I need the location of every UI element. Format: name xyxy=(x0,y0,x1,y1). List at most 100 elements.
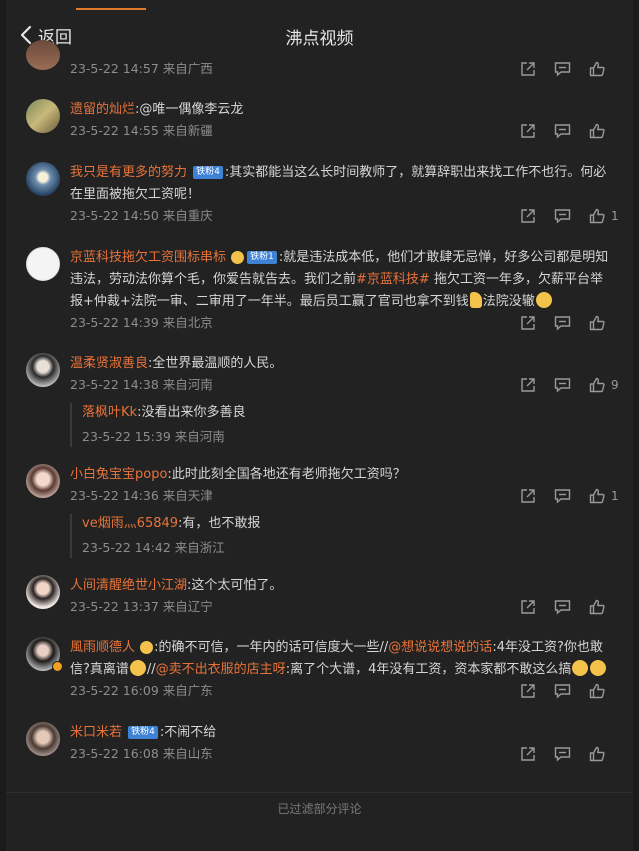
comment-content: :的确不可信，一年内的话可信度大一些// xyxy=(154,640,389,655)
comment-meta: 23-5-22 16:08 来自山东 xyxy=(70,746,213,761)
comment-meta: 23-5-22 14:57 来自广西 xyxy=(70,61,213,76)
username-link[interactable]: 京蓝科技拖欠工资围标串标 xyxy=(70,250,226,265)
username-link[interactable]: 我只是有更多的努力 xyxy=(70,165,187,180)
like-button[interactable] xyxy=(589,123,619,139)
comment-icon xyxy=(554,747,571,762)
comment-actions xyxy=(502,313,619,333)
page-title: 沸点视频 xyxy=(285,29,354,49)
fan-level-badge: 铁粉4 xyxy=(193,166,223,179)
avatar[interactable] xyxy=(26,247,60,281)
reply-button[interactable] xyxy=(554,488,571,504)
share-button[interactable] xyxy=(520,315,536,331)
mention-link[interactable]: @卖不出衣服的店主呀 xyxy=(156,662,286,677)
share-button[interactable] xyxy=(520,208,536,224)
fan-level-badge: 铁粉1 xyxy=(247,251,277,264)
comment-icon xyxy=(554,489,571,504)
comment-actions xyxy=(502,744,619,764)
cat-emoji-icon xyxy=(535,292,552,308)
mention-link[interactable]: @想说说想说的话 xyxy=(388,640,492,655)
username-link[interactable]: 小白兔宝宝popo xyxy=(70,467,167,482)
username-link[interactable]: 米口米若 xyxy=(70,725,122,740)
like-button[interactable] xyxy=(589,61,619,77)
topic-link[interactable]: #京蓝科技# xyxy=(356,272,430,287)
like-button[interactable] xyxy=(589,315,619,331)
username-link[interactable]: 風雨顺德人 xyxy=(70,640,135,655)
username-link[interactable]: 遗留的灿烂 xyxy=(70,102,135,117)
cat-emoji-icon xyxy=(572,660,589,676)
share-icon xyxy=(521,600,535,614)
share-button[interactable] xyxy=(520,488,536,504)
top-bar: 返回 沸点视频 xyxy=(6,0,633,68)
thumbs-up-icon xyxy=(589,61,605,77)
reply-button[interactable] xyxy=(554,599,571,615)
like-button[interactable] xyxy=(589,683,619,699)
share-button[interactable] xyxy=(520,683,536,699)
comment-actions: 1 xyxy=(502,206,619,226)
comment-content: :此时此刻全国各地还有老师拖欠工资吗？ xyxy=(167,467,406,482)
tab-indicator xyxy=(76,8,146,10)
comment-content-sep: // xyxy=(146,662,156,677)
comment-icon xyxy=(554,684,571,699)
filtered-comments-note: 已过滤部分评论 xyxy=(277,802,362,816)
share-button[interactable] xyxy=(520,746,536,762)
comment-content: :不闹不给 xyxy=(159,725,217,740)
like-button[interactable] xyxy=(589,746,619,762)
avatar[interactable] xyxy=(26,722,60,756)
avatar[interactable] xyxy=(26,464,60,498)
comment-actions: 9 xyxy=(502,375,619,395)
share-icon xyxy=(521,378,535,392)
reply-username-link[interactable]: ve烟雨灬65849 xyxy=(82,516,178,531)
fan-level-badge: 铁粉4 xyxy=(128,726,158,739)
comment-text: 遗留的灿烂:@唯一偶像李云龙 xyxy=(70,99,613,121)
reply-thread[interactable]: 落枫叶Kk:没看出来你多善良 23-5-22 15:39 来自河南 xyxy=(70,403,619,447)
thumbs-up-icon xyxy=(589,683,605,699)
comment-icon xyxy=(554,209,571,224)
comment-icon xyxy=(554,62,571,77)
reply-thread[interactable]: ve烟雨灬65849:有，也不敢报 23-5-22 14:42 来自浙江 xyxy=(70,514,619,558)
reply-button[interactable] xyxy=(554,746,571,762)
share-icon xyxy=(521,684,535,698)
like-button[interactable]: 1 xyxy=(589,488,619,504)
comment-icon xyxy=(554,600,571,615)
comment-content: :全世界最温顺的人民。 xyxy=(148,356,283,371)
comment-actions xyxy=(502,681,619,701)
avatar[interactable] xyxy=(26,99,60,133)
like-button[interactable]: 1 xyxy=(589,208,619,224)
share-icon xyxy=(521,62,535,76)
comment-text: 我只是有更多的努力 铁粉4:其实都能当这么长时间教师了，就算辞职出来找工作不也行… xyxy=(70,162,613,206)
comment-text: 京蓝科技拖欠工资围标串标 铁粉1:就是违法成本低，他们才敢肆无忌惮，好多公司都是… xyxy=(70,247,613,313)
comment-content-end: 法院没辙 xyxy=(482,294,535,309)
share-button[interactable] xyxy=(520,599,536,615)
share-button[interactable] xyxy=(520,123,536,139)
thumbs-up-icon xyxy=(589,208,605,224)
divider xyxy=(6,792,633,793)
reply-button[interactable] xyxy=(554,377,571,393)
like-count: 9 xyxy=(611,378,619,392)
reply-meta: 23-5-22 15:39 来自河南 xyxy=(82,429,225,444)
reply-username-link[interactable]: 落枫叶Kk xyxy=(82,405,137,420)
share-icon xyxy=(521,489,535,503)
reply-text: 落枫叶Kk:没看出来你多善良 xyxy=(82,403,619,423)
share-button[interactable] xyxy=(520,377,536,393)
like-button[interactable]: 9 xyxy=(589,377,619,393)
reply-content: :没看出来你多善良 xyxy=(137,405,246,420)
reply-button[interactable] xyxy=(554,61,571,77)
comment-text: 温柔贤淑善良:全世界最温顺的人民。 xyxy=(70,353,613,375)
username-link[interactable]: 温柔贤淑善良 xyxy=(70,356,148,371)
comment-icon xyxy=(554,316,571,331)
comment-meta: 23-5-22 14:50 来自重庆 xyxy=(70,208,213,223)
avatar[interactable] xyxy=(26,40,60,70)
reply-button[interactable] xyxy=(554,315,571,331)
like-count: 1 xyxy=(611,489,619,503)
like-button[interactable] xyxy=(589,599,619,615)
comment-content: :@唯一偶像李云龙 xyxy=(135,102,244,117)
reply-button[interactable] xyxy=(554,208,571,224)
reply-button[interactable] xyxy=(554,123,571,139)
username-link[interactable]: 人间清醒绝世小江湖 xyxy=(70,578,187,593)
comment-meta: 23-5-22 16:09 来自广东 xyxy=(70,683,213,698)
share-button[interactable] xyxy=(520,61,536,77)
avatar[interactable] xyxy=(26,353,60,387)
avatar[interactable] xyxy=(26,162,60,196)
avatar[interactable] xyxy=(26,575,60,609)
reply-button[interactable] xyxy=(554,683,571,699)
